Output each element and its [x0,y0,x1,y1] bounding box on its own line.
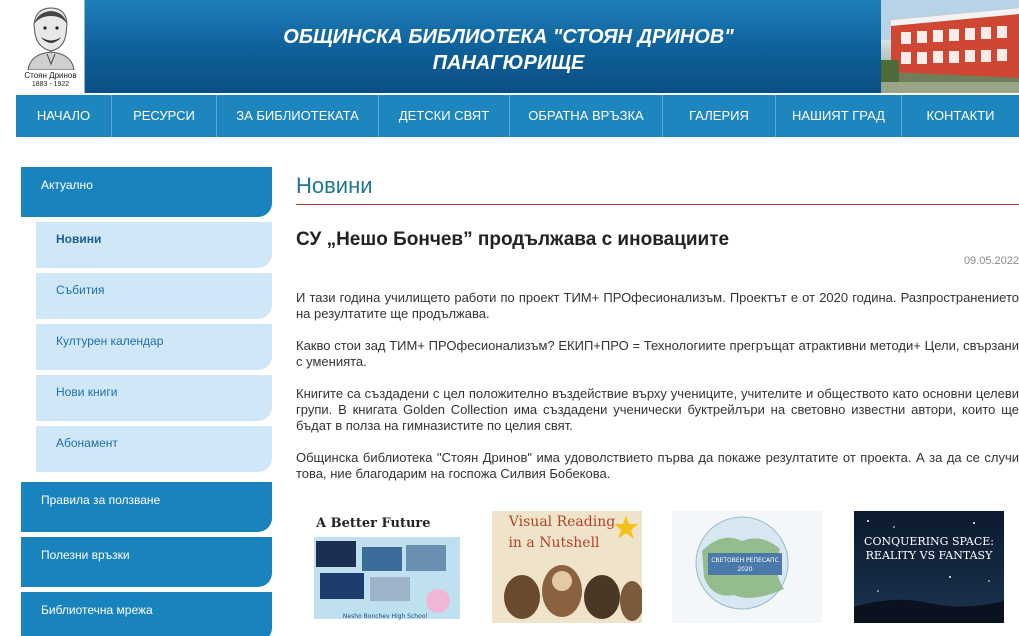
article-paragraph-3: Книгите са създадени с цел положително в… [296,386,1019,433]
nav-item-our-town[interactable]: НАШИЯТ ГРАД [776,95,902,137]
nav-item-resources[interactable]: РЕСУРСИ [112,95,217,137]
sidebar-item-library-network[interactable]: Библиотечна мрежа [21,592,272,636]
main-content: Новини СУ „Нешо Бончев” продължава с ино… [296,170,1019,482]
thumbnail-1-footer: Nesho Bonchev High School [343,613,427,620]
book-thumbnails: A Better Future Nesho Bonchev High Schoo… [296,511,1019,623]
sidebar: Актуално Новини Събития Културен календа… [21,167,272,636]
site-title[interactable]: ОБЩИНСКА БИБЛИОТЕКА "СТОЯН ДРИНОВ" ПАНАГ… [136,24,881,76]
thumbnail-2-title-line2: in a Nutshell [508,535,600,551]
article-paragraph-4: Общинска библиотека "Стоян Дринов" има у… [296,450,1019,481]
main-navigation: НАЧАЛО РЕСУРСИ ЗА БИБЛИОТЕКАТА ДЕТСКИ СВ… [16,95,1019,137]
sidebar-subitem-events[interactable]: Събития [36,273,272,319]
nav-item-contacts[interactable]: КОНТАКТИ [902,95,1019,137]
nav-item-home[interactable]: НАЧАЛО [16,95,112,137]
thumbnail-4-title-line1: CONQUERING SPACE: [864,535,994,548]
site-title-line1: ОБЩИНСКА БИБЛИОТЕКА "СТОЯН ДРИНОВ" [283,26,734,48]
portrait-sketch [27,7,75,70]
thumbnail-visual-reading[interactable]: Visual Reading in a Nutshell [492,511,642,623]
nav-item-gallery[interactable]: ГАЛЕРИЯ [663,95,776,137]
portrait-stoyan-drinov: Стоян Дринов 1883 - 1922 [16,0,85,93]
site-header: Стоян Дринов 1883 - 1922 ОБЩИНСКА БИБЛИО… [16,0,1019,93]
nav-item-kids-world[interactable]: ДЕТСКИ СВЯТ [379,95,510,137]
library-building-photo [881,0,1019,93]
sidebar-item-rules[interactable]: Правила за ползване [21,482,272,532]
sidebar-item-news-current[interactable]: Актуално [21,167,272,217]
article-title: СУ „Нешо Бончев” продължава с иновациите [296,229,730,250]
thumbnail-3-title-line2: 2020 [737,566,752,573]
thumbnail-3-title-line1: СВЕТОВЕН РЕПЕСАПС [711,557,779,564]
thumbnail-2-title-line1: Visual Reading [508,514,615,530]
sidebar-subitem-subscription[interactable]: Абонамент [36,426,272,472]
site-title-line2: ПАНАГЮРИЩЕ [432,52,585,74]
title-divider [296,204,1019,205]
nav-item-about-library[interactable]: ЗА БИБЛИОТЕКАТА [217,95,379,137]
thumbnail-a-better-future[interactable]: A Better Future Nesho Bonchev High Schoo… [310,511,460,623]
thumbnail-1-title: A Better Future [315,516,431,531]
portrait-caption: Стоян Дринов [24,71,77,80]
article-paragraph-1: И тази година училището работи по проект… [296,290,1019,321]
thumbnail-conquering-space[interactable]: CONQUERING SPACE: REALITY VS FANTASY [854,511,1004,623]
sidebar-subitem-new-books[interactable]: Нови книги [36,375,272,421]
sidebar-subitem-news[interactable]: Новини [36,222,272,268]
sidebar-item-useful-links[interactable]: Полезни връзки [21,537,272,587]
thumbnail-world-map[interactable]: СВЕТОВЕН РЕПЕСАПС 2020 [672,511,822,623]
thumbnail-4-title-line2: REALITY VS FANTASY [866,549,993,562]
sidebar-subitem-cultural-calendar[interactable]: Културен календар [36,324,272,370]
article-paragraph-2: Какво стои зад ТИМ+ ПРОфесионализъм? ЕКИ… [296,338,1019,369]
article-date: 09.05.2022 [963,255,1019,267]
section-title: Новини [296,173,373,198]
portrait-years: 1883 - 1922 [31,81,70,88]
nav-item-feedback[interactable]: ОБРАТНА ВРЪЗКА [510,95,663,137]
